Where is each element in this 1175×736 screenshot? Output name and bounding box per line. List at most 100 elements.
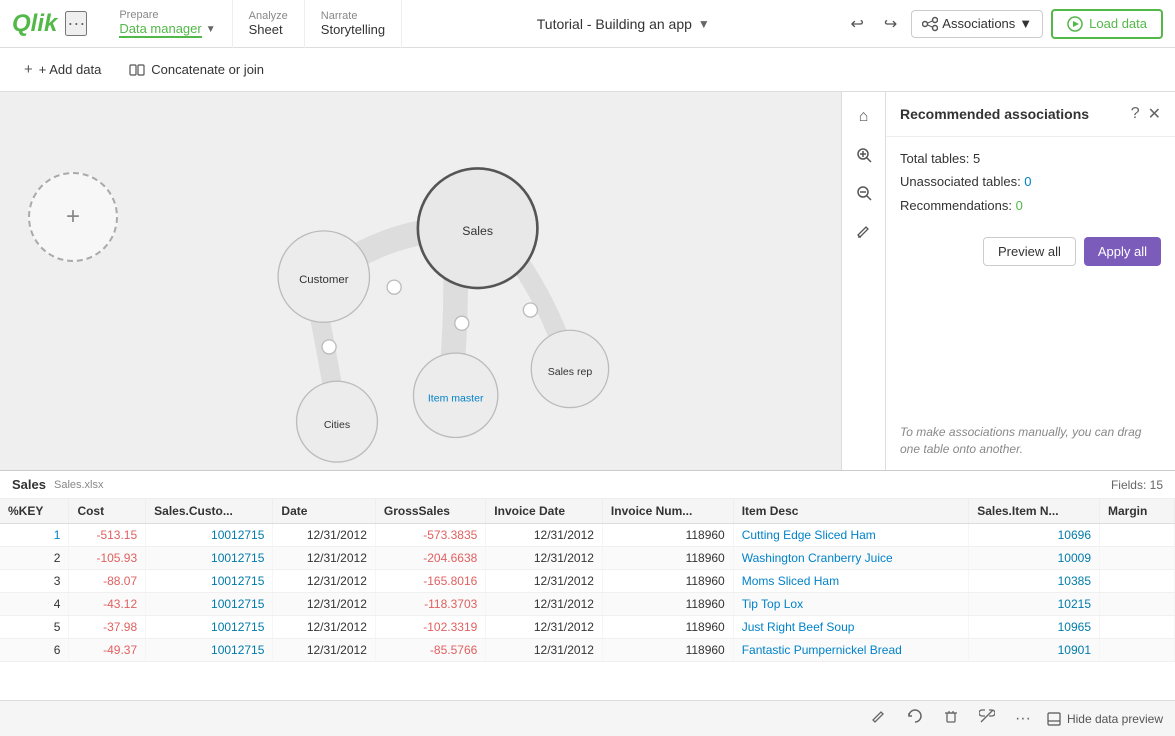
cell-margin: [1100, 547, 1175, 570]
apply-all-button[interactable]: Apply all: [1084, 237, 1161, 266]
bottom-unlink-button[interactable]: [975, 704, 999, 733]
associations-chevron: ▼: [1019, 16, 1032, 31]
cell-key: 4: [0, 593, 69, 616]
col-header-item-n: Sales.Item N...: [969, 499, 1100, 524]
cell-item-desc: Just Right Beef Soup: [733, 616, 968, 639]
cell-custo: 10012715: [146, 547, 273, 570]
recommendations-row: Recommendations: 0: [900, 194, 1161, 217]
main-area: + Sales: [0, 92, 1175, 470]
cell-date: 12/31/2012: [273, 524, 375, 547]
cell-cost: -105.93: [69, 547, 146, 570]
zoom-out-icon: [856, 185, 872, 201]
hide-preview-label: Hide data preview: [1067, 712, 1163, 726]
table-row: 2 -105.93 10012715 12/31/2012 -204.6638 …: [0, 547, 1175, 570]
bottom-bar: ··· Hide data preview: [0, 700, 1175, 736]
bottom-edit-button[interactable]: [867, 704, 891, 733]
close-panel-button[interactable]: ✕: [1148, 104, 1161, 124]
cell-inv-num: 118960: [602, 524, 733, 547]
cell-inv-date: 12/31/2012: [486, 570, 603, 593]
panel-stats: Total tables: 5 Unassociated tables: 0 R…: [886, 137, 1175, 227]
cell-margin: [1100, 639, 1175, 662]
zoom-in-button[interactable]: [847, 138, 881, 172]
cell-item-n: 10901: [969, 639, 1100, 662]
cell-custo: 10012715: [146, 570, 273, 593]
add-data-button[interactable]: + + Add data: [12, 55, 113, 84]
redo-button[interactable]: ↪: [878, 10, 903, 38]
cell-cost: -37.98: [69, 616, 146, 639]
col-header-custo: Sales.Custo...: [146, 499, 273, 524]
svg-text:Item master: Item master: [428, 393, 484, 405]
load-data-button[interactable]: Load data: [1051, 9, 1163, 39]
cell-item-n: 10696: [969, 524, 1100, 547]
edit-icon: [856, 223, 872, 239]
concatenate-label: Concatenate or join: [151, 62, 264, 77]
nav-right-actions: ↩ ↪ Associations ▼ Load data: [844, 9, 1163, 39]
zoom-out-button[interactable]: [847, 176, 881, 210]
bottom-more-button[interactable]: ···: [1011, 706, 1035, 732]
cell-inv-date: 12/31/2012: [486, 593, 603, 616]
cell-cost: -49.37: [69, 639, 146, 662]
cell-margin: [1100, 524, 1175, 547]
nav-label-narrate: Narrate: [321, 10, 358, 22]
col-header-cost: Cost: [69, 499, 146, 524]
pencil-icon: [871, 708, 887, 724]
col-header-item-desc: Item Desc: [733, 499, 968, 524]
table-row: 1 -513.15 10012715 12/31/2012 -573.3835 …: [0, 524, 1175, 547]
qlik-logo: Qlik: [12, 10, 57, 38]
cell-cost: -513.15: [69, 524, 146, 547]
data-preview: Sales Sales.xlsx Fields: 15 %KEY Cost Sa…: [0, 470, 1175, 700]
svg-text:Sales rep: Sales rep: [548, 366, 593, 378]
unlink-icon: [979, 708, 995, 724]
cell-key: 1: [0, 524, 69, 547]
bottom-delete-button[interactable]: [939, 704, 963, 733]
hide-preview-icon: [1047, 712, 1061, 726]
cell-item-desc: Washington Cranberry Juice: [733, 547, 968, 570]
cell-gross: -102.3319: [375, 616, 485, 639]
bottom-refresh-button[interactable]: [903, 704, 927, 733]
cell-key: 3: [0, 570, 69, 593]
table-row: 6 -49.37 10012715 12/31/2012 -85.5766 12…: [0, 639, 1175, 662]
app-title-chevron: ▼: [698, 17, 710, 31]
load-data-label: Load data: [1089, 16, 1147, 31]
data-table-wrapper[interactable]: %KEY Cost Sales.Custo... Date GrossSales…: [0, 499, 1175, 700]
undo-button[interactable]: ↩: [844, 10, 869, 38]
help-button[interactable]: ?: [1131, 105, 1140, 123]
home-button[interactable]: ⌂: [847, 100, 881, 134]
data-preview-file-name: Sales.xlsx: [54, 479, 104, 491]
table-row: 4 -43.12 10012715 12/31/2012 -118.3703 1…: [0, 593, 1175, 616]
cell-item-n: 10009: [969, 547, 1100, 570]
canvas-toolbar: ⌂: [841, 92, 885, 470]
app-title-text: Tutorial - Building an app: [537, 16, 692, 32]
unassociated-label: Unassociated tables:: [900, 174, 1024, 189]
nav-more-button[interactable]: ···: [65, 11, 87, 36]
add-data-icon: +: [24, 61, 33, 78]
app-title: Tutorial - Building an app ▼: [402, 16, 844, 32]
nav-section-narrate[interactable]: Narrate Storytelling: [305, 0, 402, 48]
col-header-inv-date: Invoice Date: [486, 499, 603, 524]
cell-date: 12/31/2012: [273, 570, 375, 593]
cell-gross: -118.3703: [375, 593, 485, 616]
table-row: 3 -88.07 10012715 12/31/2012 -165.8016 1…: [0, 570, 1175, 593]
associations-label: Associations: [942, 16, 1015, 31]
hide-data-preview-button[interactable]: Hide data preview: [1047, 712, 1163, 726]
concatenate-button[interactable]: Concatenate or join: [117, 56, 276, 84]
cell-gross: -165.8016: [375, 570, 485, 593]
data-preview-fields-count: Fields: 15: [1111, 478, 1163, 492]
edit-button[interactable]: [847, 214, 881, 248]
data-preview-table-name: Sales: [12, 477, 46, 492]
table-header-row: %KEY Cost Sales.Custo... Date GrossSales…: [0, 499, 1175, 524]
nav-section-prepare[interactable]: Prepare Data manager ▼: [103, 0, 232, 48]
col-header-gross: GrossSales: [375, 499, 485, 524]
col-header-margin: Margin: [1100, 499, 1175, 524]
nav-section-analyze[interactable]: Analyze Sheet: [233, 0, 305, 48]
side-panel-header: Recommended associations ? ✕: [886, 92, 1175, 137]
cell-date: 12/31/2012: [273, 547, 375, 570]
cell-item-desc: Moms Sliced Ham: [733, 570, 968, 593]
canvas[interactable]: + Sales: [0, 92, 885, 470]
svg-text:Customer: Customer: [299, 274, 349, 286]
associations-button[interactable]: Associations ▼: [911, 10, 1043, 38]
total-tables-label: Total tables: 5: [900, 151, 980, 166]
cell-inv-num: 118960: [602, 547, 733, 570]
preview-all-button[interactable]: Preview all: [983, 237, 1076, 266]
nav-arrow-prepare: ▼: [206, 24, 216, 35]
